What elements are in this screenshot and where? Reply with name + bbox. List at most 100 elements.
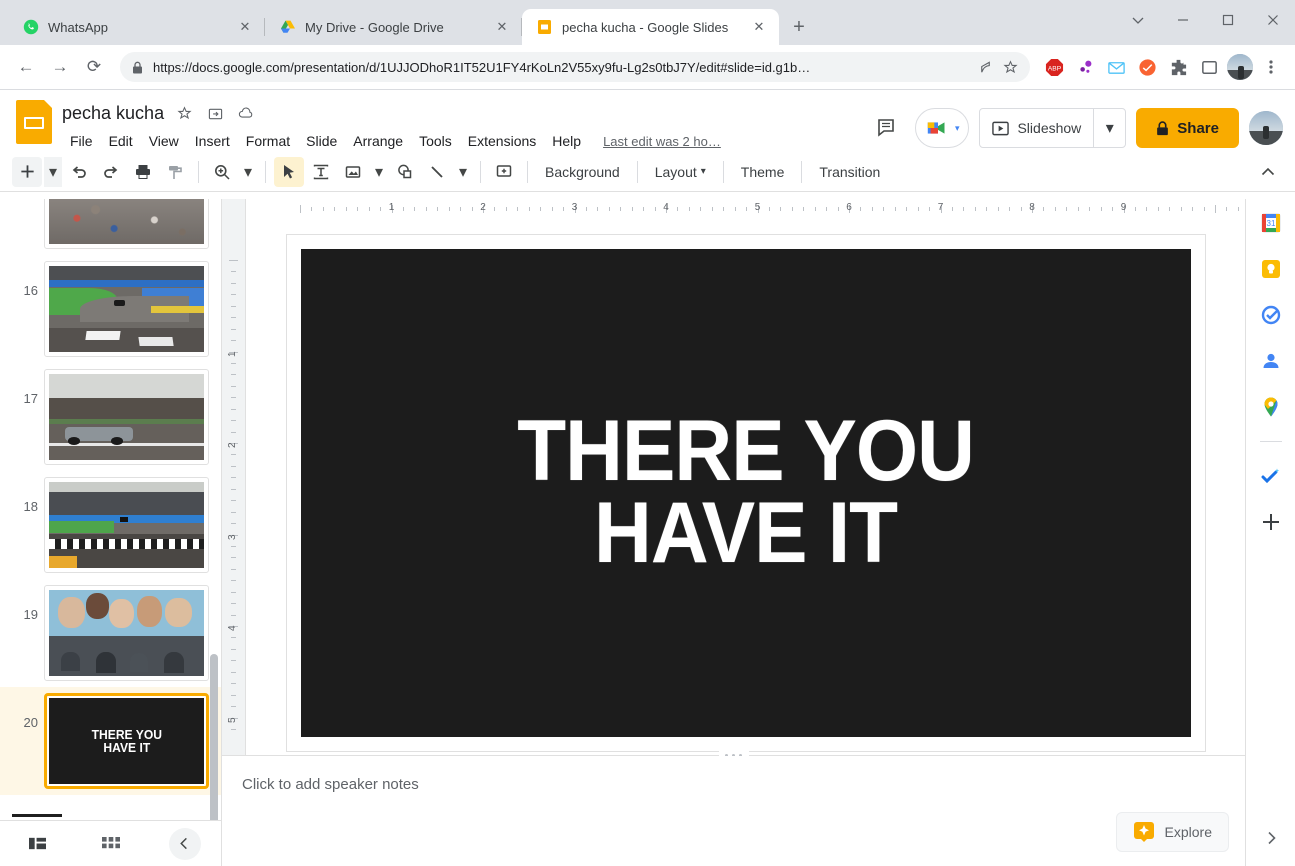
transition-button[interactable]: Transition — [810, 159, 889, 185]
menu-help[interactable]: Help — [544, 131, 589, 151]
image-button[interactable] — [338, 157, 368, 187]
slide-thumbnail[interactable] — [44, 585, 209, 681]
share-button[interactable]: Share — [1136, 108, 1239, 148]
filmstrip-scroll-area[interactable]: NO MEANS LEAST 16 — [0, 199, 221, 820]
google-contacts-icon[interactable] — [1259, 349, 1283, 373]
back-icon[interactable]: ← — [10, 51, 42, 83]
list-item[interactable]: 19 — [0, 579, 221, 687]
menu-file[interactable]: File — [62, 131, 101, 151]
slide-title-text[interactable]: THERE YOU HAVE IT — [517, 408, 975, 575]
new-tab-button[interactable]: + — [785, 13, 813, 41]
google-meet-button[interactable]: ▾ — [914, 108, 970, 148]
add-comment-button[interactable] — [489, 157, 519, 187]
print-button[interactable] — [128, 157, 158, 187]
cloud-saved-icon[interactable] — [235, 102, 257, 124]
add-app-icon[interactable] — [1259, 510, 1283, 534]
star-icon[interactable] — [1003, 59, 1018, 75]
last-edit-status[interactable]: Last edit was 2 ho… — [603, 134, 721, 149]
slide-thumbnail[interactable] — [44, 261, 209, 357]
side-panel-icon[interactable] — [1195, 53, 1223, 81]
line-caret-icon[interactable]: ▾ — [454, 157, 472, 187]
tab-close-icon[interactable]: ✕ — [235, 17, 255, 37]
maximize-icon[interactable] — [1205, 4, 1250, 36]
menu-extensions[interactable]: Extensions — [460, 131, 544, 151]
undo-button[interactable] — [64, 157, 94, 187]
list-item[interactable]: 16 — [0, 255, 221, 363]
move-to-folder-icon[interactable] — [204, 102, 226, 124]
grammarly-icon[interactable] — [1071, 53, 1099, 81]
slide-thumbnail[interactable] — [44, 477, 209, 573]
explore-button[interactable]: Explore — [1115, 812, 1229, 852]
tab-close-icon[interactable]: ✕ — [749, 17, 769, 37]
expand-panel-icon[interactable] — [1257, 824, 1285, 852]
line-button[interactable] — [422, 157, 452, 187]
slide-thumbnail[interactable] — [44, 369, 209, 465]
paint-format-button[interactable] — [160, 157, 190, 187]
addon-icon[interactable] — [1259, 464, 1283, 488]
slide-canvas[interactable]: THERE YOU HAVE IT — [300, 249, 1191, 737]
ruler-track[interactable]: 1 2 3 4 5 6 7 8 9 — [246, 199, 1245, 220]
menu-insert[interactable]: Insert — [187, 131, 238, 151]
chevron-up-icon[interactable] — [1253, 157, 1283, 187]
background-button[interactable]: Background — [536, 159, 629, 185]
slide-frame[interactable]: THERE YOU HAVE IT — [285, 234, 1206, 752]
tab-search-icon[interactable] — [1115, 4, 1160, 36]
browser-tab-google-drive[interactable]: My Drive - Google Drive ✕ — [265, 9, 522, 45]
profile-avatar[interactable] — [1226, 53, 1254, 81]
shape-button[interactable] — [390, 157, 420, 187]
url-bar[interactable]: https://docs.google.com/presentation/d/1… — [120, 52, 1030, 82]
google-keep-icon[interactable] — [1259, 257, 1283, 281]
menu-format[interactable]: Format — [238, 131, 298, 151]
minimize-icon[interactable] — [1160, 4, 1205, 36]
layout-button[interactable]: Layout ▾ — [646, 159, 715, 185]
todoist-icon[interactable] — [1133, 53, 1161, 81]
mail-icon[interactable] — [1102, 53, 1130, 81]
menu-view[interactable]: View — [141, 131, 187, 151]
slideshow-button[interactable]: Slideshow — [980, 109, 1093, 147]
comment-icon[interactable] — [869, 110, 905, 146]
menu-edit[interactable]: Edit — [101, 131, 141, 151]
forward-icon[interactable]: → — [44, 51, 76, 83]
list-item[interactable]: NO MEANS LEAST — [0, 199, 221, 255]
three-dot-menu-icon[interactable] — [1257, 53, 1285, 81]
slideshow-caret-icon[interactable]: ▾ — [1093, 109, 1125, 147]
speaker-notes-pane[interactable]: Click to add speaker notes Explore — [222, 756, 1245, 866]
grid-view-icon[interactable] — [94, 829, 128, 859]
slide-stage[interactable]: THERE YOU HAVE IT — [246, 220, 1245, 755]
new-slide-caret-icon[interactable]: ▾ — [44, 156, 62, 187]
filmstrip-view-icon[interactable] — [12, 813, 63, 859]
tab-close-icon[interactable]: ✕ — [492, 17, 512, 37]
list-item[interactable]: 17 — [0, 363, 221, 471]
google-maps-icon[interactable] — [1259, 395, 1283, 419]
share-icon[interactable] — [978, 60, 993, 75]
close-icon[interactable] — [1250, 4, 1295, 36]
menu-slide[interactable]: Slide — [298, 131, 345, 151]
theme-button[interactable]: Theme — [732, 159, 794, 185]
star-icon[interactable] — [173, 102, 195, 124]
slide-thumbnail-selected[interactable]: THERE YOU HAVE IT — [44, 693, 209, 789]
collapse-panel-icon[interactable] — [168, 827, 201, 860]
list-item[interactable]: 20 THERE YOU HAVE IT — [0, 687, 221, 795]
text-box-button[interactable] — [306, 157, 336, 187]
menu-tools[interactable]: Tools — [411, 131, 460, 151]
puzzle-icon[interactable] — [1164, 53, 1192, 81]
document-title[interactable]: pecha kucha — [62, 103, 164, 124]
google-calendar-icon[interactable]: 31 — [1259, 211, 1283, 235]
redo-button[interactable] — [96, 157, 126, 187]
menu-arrange[interactable]: Arrange — [345, 131, 411, 151]
list-item[interactable]: 18 — [0, 471, 221, 579]
account-avatar[interactable] — [1249, 111, 1283, 145]
zoom-button[interactable] — [207, 157, 237, 187]
google-tasks-icon[interactable] — [1259, 303, 1283, 327]
select-tool-button[interactable] — [274, 156, 304, 187]
slide-thumbnail[interactable]: NO MEANS LEAST — [44, 199, 209, 249]
reload-icon[interactable]: ⟳ — [78, 51, 110, 83]
image-caret-icon[interactable]: ▾ — [370, 157, 388, 187]
vertical-ruler[interactable]: 1 2 3 4 5 — [222, 220, 246, 755]
browser-tab-google-slides[interactable]: pecha kucha - Google Slides ✕ — [522, 9, 779, 45]
google-slides-logo[interactable] — [16, 100, 52, 144]
adblock-plus-icon[interactable]: ABP — [1040, 53, 1068, 81]
browser-tab-whatsapp[interactable]: WhatsApp ✕ — [8, 9, 265, 45]
zoom-caret-icon[interactable]: ▾ — [239, 157, 257, 187]
new-slide-button[interactable] — [12, 156, 42, 187]
